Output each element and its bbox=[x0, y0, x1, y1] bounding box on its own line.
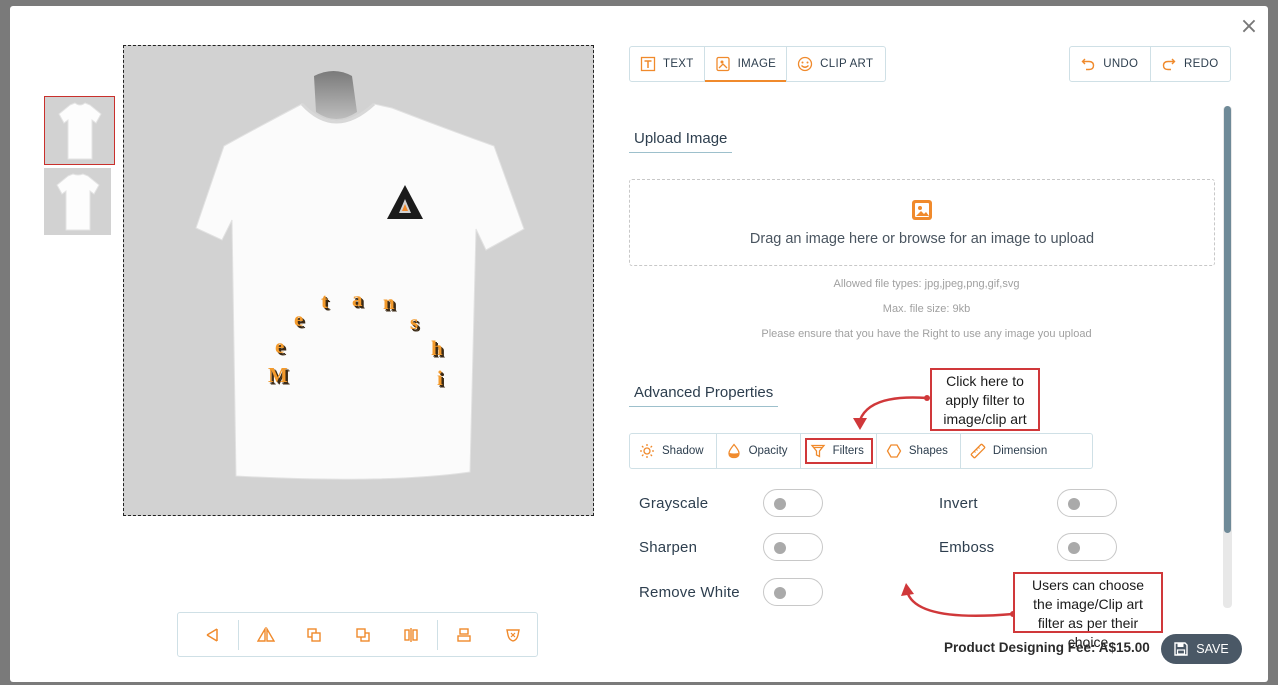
undo-icon bbox=[1081, 58, 1095, 71]
delete-tool[interactable] bbox=[489, 620, 537, 650]
save-label: SAVE bbox=[1196, 642, 1229, 656]
align-left-tool[interactable] bbox=[188, 620, 236, 650]
history-controls: UNDO REDO bbox=[1069, 46, 1231, 82]
invert-label: Invert bbox=[939, 495, 978, 512]
design-letter[interactable]: s bbox=[410, 310, 418, 335]
align-bottom-icon bbox=[457, 627, 472, 642]
design-letter[interactable]: i bbox=[437, 366, 443, 391]
tshirt-icon bbox=[195, 71, 525, 480]
emboss-label: Emboss bbox=[939, 539, 995, 556]
tab-label: CLIP ART bbox=[820, 58, 874, 70]
redo-button[interactable]: REDO bbox=[1151, 47, 1231, 81]
sharpen-toggle[interactable] bbox=[763, 533, 823, 561]
toolbar-divider bbox=[238, 619, 240, 650]
image-rights-note: Please ensure that you have the Right to… bbox=[761, 328, 1092, 340]
text-icon bbox=[640, 56, 656, 72]
emboss-toggle[interactable] bbox=[1057, 533, 1117, 561]
tab-label: IMAGE bbox=[737, 58, 777, 70]
tab-clip-art[interactable]: CLIP ART bbox=[787, 47, 883, 81]
advanced-properties-title: Advanced Properties bbox=[629, 384, 779, 407]
ruler-icon bbox=[970, 443, 986, 459]
flip-icon bbox=[256, 626, 275, 642]
flip-tool[interactable] bbox=[241, 620, 289, 650]
droplet-icon bbox=[727, 443, 740, 459]
tab-dimension[interactable]: Dimension bbox=[961, 434, 1059, 468]
allowed-file-types: Allowed file types: jpg,jpeg,png,gif,svg bbox=[833, 278, 1020, 290]
designing-fee: Product Designing Fee: A$15.00 bbox=[944, 640, 1150, 655]
send-backward-tool[interactable] bbox=[338, 620, 386, 650]
triangle-logo-icon bbox=[387, 185, 423, 219]
floppy-disk-icon bbox=[1174, 642, 1188, 656]
invert-toggle[interactable] bbox=[1057, 489, 1117, 517]
redo-icon bbox=[1162, 58, 1176, 71]
shield-icon bbox=[505, 628, 520, 642]
tshirt-front-thumb-icon bbox=[57, 101, 102, 159]
tab-text[interactable]: TEXT bbox=[630, 47, 705, 81]
design-letter[interactable]: e bbox=[294, 307, 303, 332]
thumbnail-back[interactable] bbox=[44, 168, 111, 235]
design-canvas[interactable]: M e e t a n s h i bbox=[123, 45, 594, 516]
tab-label: Opacity bbox=[748, 445, 788, 457]
tab-shadow[interactable]: Shadow bbox=[630, 434, 717, 468]
design-letter[interactable]: a bbox=[352, 287, 363, 312]
save-button[interactable]: SAVE bbox=[1161, 634, 1242, 664]
image-drop-zone[interactable]: Drag an image here or browse for an imag… bbox=[629, 179, 1215, 266]
image-icon bbox=[715, 56, 730, 72]
canvas-toolbar bbox=[177, 612, 538, 657]
align-left-icon bbox=[206, 627, 218, 642]
align-bottom-tool[interactable] bbox=[440, 620, 488, 650]
design-letter[interactable]: e bbox=[275, 334, 284, 359]
send-backward-icon bbox=[355, 627, 370, 642]
tab-label: Filters bbox=[832, 445, 864, 457]
design-letter[interactable]: n bbox=[383, 290, 395, 315]
design-letter[interactable]: t bbox=[321, 289, 328, 314]
image-upload-icon bbox=[912, 200, 932, 220]
tshirt-back-thumb-icon bbox=[55, 172, 100, 230]
filter-icon bbox=[810, 444, 825, 458]
hexagon-icon bbox=[886, 444, 902, 458]
content-tabs: TEXT IMAGE CLIP ART bbox=[629, 46, 886, 82]
sun-icon bbox=[640, 444, 654, 458]
remove-white-toggle[interactable] bbox=[763, 578, 823, 606]
filters-callout: Click here to apply filter to image/clip… bbox=[930, 368, 1040, 431]
remove-white-label: Remove White bbox=[639, 584, 740, 601]
max-file-size: Max. file size: 9kb bbox=[882, 303, 971, 315]
bring-forward-icon bbox=[307, 627, 321, 642]
clipart-icon bbox=[798, 56, 813, 72]
grayscale-toggle[interactable] bbox=[763, 489, 823, 517]
tab-filters[interactable]: Filters bbox=[801, 434, 877, 468]
bring-forward-tool[interactable] bbox=[290, 620, 338, 650]
tab-image[interactable]: IMAGE bbox=[704, 47, 788, 82]
thumbnail-front[interactable] bbox=[44, 96, 115, 165]
close-icon[interactable]: × bbox=[1238, 16, 1260, 38]
redo-label: REDO bbox=[1184, 58, 1219, 70]
panel-scrollbar-thumb[interactable] bbox=[1224, 106, 1231, 533]
tab-opacity[interactable]: Opacity bbox=[717, 434, 801, 468]
tab-shapes[interactable]: Shapes bbox=[877, 434, 961, 468]
align-center-tool[interactable] bbox=[387, 620, 435, 650]
tab-label: Shapes bbox=[908, 445, 948, 457]
sharpen-label: Sharpen bbox=[639, 539, 698, 556]
tab-label: Shadow bbox=[662, 445, 704, 457]
align-center-icon bbox=[404, 627, 418, 642]
undo-label: UNDO bbox=[1103, 58, 1139, 70]
grayscale-label: Grayscale bbox=[639, 495, 709, 512]
upload-image-title: Upload Image bbox=[629, 130, 733, 153]
design-letter[interactable]: h bbox=[431, 336, 443, 361]
drop-zone-text: Drag an image here or browse for an imag… bbox=[749, 231, 1095, 247]
tab-label: Dimension bbox=[992, 445, 1048, 457]
toolbar-divider bbox=[437, 619, 439, 650]
tab-label: TEXT bbox=[663, 58, 694, 70]
filter-choice-callout: Users can choose the image/Clip art filt… bbox=[1013, 572, 1163, 650]
undo-button[interactable]: UNDO bbox=[1070, 47, 1151, 81]
advanced-properties-tabs: Shadow Opacity Filters Shapes Dimension bbox=[629, 433, 1093, 469]
design-letter[interactable]: M bbox=[268, 363, 288, 388]
